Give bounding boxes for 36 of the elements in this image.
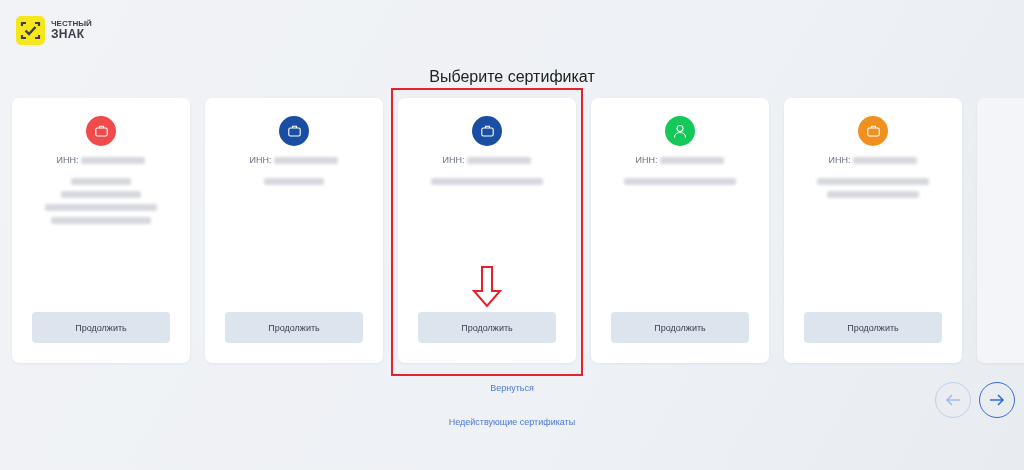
briefcase-icon <box>287 125 301 137</box>
continue-button[interactable]: Продолжить <box>418 312 556 343</box>
certificate-card[interactable]: ИНН: Продолжить <box>398 98 576 363</box>
continue-button[interactable]: Продолжить <box>32 312 170 343</box>
briefcase-icon <box>866 125 880 137</box>
redacted-text <box>264 178 324 185</box>
redacted-text <box>71 178 131 185</box>
redacted-text <box>467 156 532 164</box>
person-icon <box>673 124 687 138</box>
inn-label: ИНН: <box>442 155 465 165</box>
down-arrow-icon <box>472 266 502 308</box>
redacted-text <box>274 156 339 164</box>
redacted-text <box>660 156 725 164</box>
certificate-card[interactable]: ИНН: Продолжить <box>12 98 190 363</box>
redacted-text <box>81 156 146 164</box>
left-arrow-icon <box>945 394 961 406</box>
continue-button[interactable]: Продолжить <box>611 312 749 343</box>
certificate-card[interactable]: ИНН: Продолжить <box>205 98 383 363</box>
invalid-certificates-link[interactable]: Недействующие сертификаты <box>448 417 576 427</box>
page-title: Выберите сертификат <box>428 68 596 87</box>
logo-icon <box>16 15 45 45</box>
inn-label: ИНН: <box>56 155 79 165</box>
continue-button[interactable]: Продолжить <box>804 312 942 343</box>
back-link[interactable]: Вернуться <box>490 383 534 393</box>
briefcase-icon <box>480 125 494 137</box>
inn-label: ИНН: <box>635 155 658 165</box>
certificate-card[interactable]: ИНН: Продолжить <box>784 98 962 363</box>
logo-text: ЗНАК <box>51 28 86 40</box>
certificate-card[interactable]: ИНН: Продолжить <box>591 98 769 363</box>
inn-label: ИНН: <box>828 155 851 165</box>
briefcase-icon <box>94 125 108 137</box>
inn-label: ИНН: <box>249 155 272 165</box>
redacted-text <box>853 156 918 164</box>
logo-text: ЧЕСТНЫЙ <box>51 20 92 28</box>
right-arrow-icon <box>989 394 1005 406</box>
continue-button[interactable]: Продолжить <box>225 312 363 343</box>
